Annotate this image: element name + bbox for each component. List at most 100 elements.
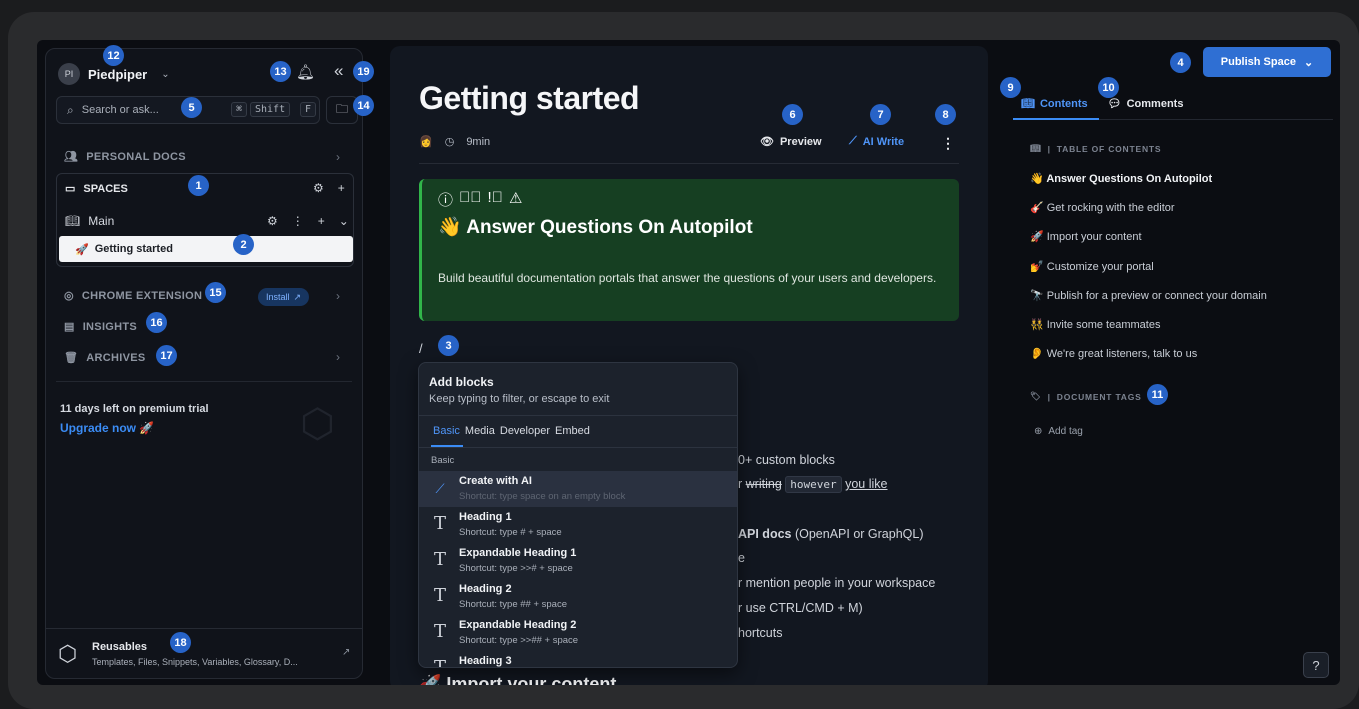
alert-icon[interactable]: !⃝	[488, 189, 503, 210]
badge: 14	[353, 95, 374, 116]
menu-item-label: Create with AI	[459, 475, 532, 487]
magic-wand-icon: ⟋	[435, 481, 445, 496]
right-panel: Publish Space ⌄ 📖︎ Contents 💬︎ Comments …	[1000, 40, 1340, 685]
menu-item-expandable-heading-1[interactable]: T Expandable Heading 1 Shortcut: type >>…	[419, 543, 737, 579]
page-title[interactable]: Getting started	[419, 80, 640, 117]
upgrade-link[interactable]: Upgrade now 🚀	[60, 421, 154, 435]
warning-icon[interactable]: ⚠	[509, 189, 522, 210]
badge: 6	[782, 104, 803, 125]
editor: Getting started 👩 ◷ 9min 👁︎ Preview ⟋ AI…	[390, 46, 988, 685]
chevron-down-icon: ⌄	[1303, 56, 1314, 69]
divider	[56, 381, 352, 382]
more-icon[interactable]: ⋮	[292, 214, 304, 228]
badge: 3	[438, 335, 459, 356]
toc-item[interactable]: 🚀 Import your content	[1030, 230, 1142, 243]
menu-item-label: Expandable Heading 1	[459, 547, 577, 559]
tab-media[interactable]: Media	[465, 425, 495, 437]
body-text: r mention people in your workspace	[738, 576, 936, 590]
bell-icon[interactable]: 🔔︎	[296, 63, 315, 81]
spaces-settings-icon[interactable]: ⚙	[313, 181, 324, 195]
spaces-header[interactable]: ▭ SPACES	[65, 182, 128, 196]
clock-icon: ◷	[444, 136, 455, 148]
tab-basic[interactable]: Basic	[433, 425, 460, 437]
spaces-actions: ⚙ +	[313, 181, 345, 195]
body-text-strike: writing	[745, 477, 782, 491]
eye-icon: 👁︎	[760, 136, 774, 148]
more-options-icon[interactable]: ⋮	[941, 135, 955, 152]
tab-embed[interactable]: Embed	[555, 425, 590, 437]
inline-code: however	[785, 476, 842, 493]
slash-command-input[interactable]: /	[419, 341, 423, 356]
chevron-down-icon: ⌄	[161, 68, 170, 80]
preview-label: Preview	[779, 135, 822, 148]
callout-type-icons: ⓘ ✓⃝ !⃝ ⚠	[438, 189, 522, 210]
reusables-panel[interactable]: ⬡ Reusables Templates, Files, Snippets, …	[46, 628, 362, 678]
install-label: Install	[266, 292, 290, 302]
info-icon[interactable]: ⓘ	[438, 189, 453, 210]
tags-heading-label: DOCUMENT TAGS	[1056, 391, 1142, 402]
text-icon: T	[433, 621, 446, 642]
space-settings-icon[interactable]: ⚙	[267, 214, 278, 228]
check-icon[interactable]: ✓⃝	[459, 189, 482, 210]
tab-comments[interactable]: 💬︎ Comments	[1108, 97, 1184, 111]
space-main[interactable]: 📖︎ Main	[65, 214, 114, 228]
callout-title: 👋 Answer Questions On Autopilot	[438, 217, 753, 238]
add-tag-button[interactable]: ⊕ Add tag	[1034, 426, 1083, 437]
archives-row[interactable]: 🗑︎ ARCHIVES	[64, 351, 146, 365]
right-tabs: 📖︎ Contents 💬︎ Comments	[1021, 97, 1184, 111]
badge: 17	[156, 345, 177, 366]
author-avatar: 👩	[419, 136, 433, 148]
tab-developer[interactable]: Developer	[500, 425, 550, 437]
rocket-icon: 🚀	[75, 243, 89, 256]
personal-docs-row[interactable]: 👥︎ PERSONAL DOCS	[64, 150, 186, 164]
chevron-down-icon[interactable]: ⌄	[339, 214, 349, 228]
chevron-right-icon[interactable]: ›	[336, 150, 340, 164]
sidebar-item-getting-started[interactable]: 🚀 Getting started	[59, 236, 353, 262]
add-doc-icon[interactable]: +	[318, 214, 325, 228]
add-space-icon[interactable]: +	[338, 181, 345, 195]
menu-item-hint: Shortcut: type >># + space	[459, 563, 573, 574]
text-icon: T	[433, 549, 446, 570]
menu-item-create-with-ai[interactable]: ⟋ Create with AI Shortcut: type space on…	[419, 471, 737, 507]
tab-contents-label: Contents	[1039, 97, 1088, 110]
question-icon: ?	[1312, 657, 1320, 673]
menu-item-heading-1[interactable]: T Heading 1 Shortcut: type # + space	[419, 507, 737, 543]
toc-item[interactable]: 🔭 Publish for a preview or connect your …	[1030, 289, 1267, 302]
publish-space-button[interactable]: Publish Space ⌄	[1203, 47, 1331, 77]
chevron-right-icon[interactable]: ›	[336, 350, 340, 364]
callout-block[interactable]: ⓘ ✓⃝ !⃝ ⚠ 👋 Answer Questions On Autopilo…	[419, 179, 959, 321]
toc-item[interactable]: 👂 We're great listeners, talk to us	[1030, 347, 1197, 360]
trial-notice: 11 days left on premium trial	[60, 403, 209, 415]
menu-item-expandable-heading-2[interactable]: T Expandable Heading 2 Shortcut: type >>…	[419, 615, 737, 651]
org-switcher[interactable]: PI Piedpiper ⌄	[58, 63, 170, 85]
toc-item[interactable]: 🎸 Get rocking with the editor	[1030, 201, 1175, 214]
menu-item-hint: Shortcut: type space on an empty block	[459, 491, 626, 502]
chevron-right-icon[interactable]: ›	[336, 289, 340, 303]
help-button[interactable]: ?	[1303, 652, 1329, 678]
external-link-icon: ↗	[293, 291, 302, 302]
menu-item-heading-2[interactable]: T Heading 2 Shortcut: type ## + space	[419, 579, 737, 615]
personal-docs-label: PERSONAL DOCS	[86, 150, 186, 163]
insights-row[interactable]: ▤ INSIGHTS	[64, 320, 137, 334]
badge: 11	[1147, 384, 1168, 405]
badge: 7	[870, 104, 891, 125]
pipe-separator: |	[1047, 143, 1051, 154]
collapse-sidebar-icon[interactable]: «	[334, 61, 343, 81]
menu-item-heading-3[interactable]: T Heading 3	[419, 651, 737, 667]
toc-item[interactable]: 👋 Answer Questions On Autopilot	[1030, 172, 1212, 185]
folder-plus-icon: 🗀	[335, 101, 348, 116]
archive-icon: 🗑︎	[64, 352, 79, 364]
badge: 19	[353, 61, 374, 82]
tab-contents[interactable]: 📖︎ Contents	[1021, 97, 1088, 111]
preview-button[interactable]: 👁︎ Preview	[760, 135, 822, 149]
install-button[interactable]: Install ↗	[258, 288, 310, 306]
toc-item[interactable]: 💅 Customize your portal	[1030, 260, 1154, 273]
badge: 12	[103, 45, 124, 66]
search-icon: ⌕	[67, 102, 74, 117]
space-main-label: Main	[88, 214, 115, 228]
chrome-extension-row[interactable]: ◎ CHROME EXTENSION	[64, 289, 202, 303]
ai-write-button[interactable]: ⟋ AI Write	[849, 135, 904, 148]
page-meta: 👩 ◷ 9min	[419, 135, 490, 149]
toc-item[interactable]: 👯 Invite some teammates	[1030, 318, 1160, 331]
tab-comments-label: Comments	[1126, 97, 1184, 110]
